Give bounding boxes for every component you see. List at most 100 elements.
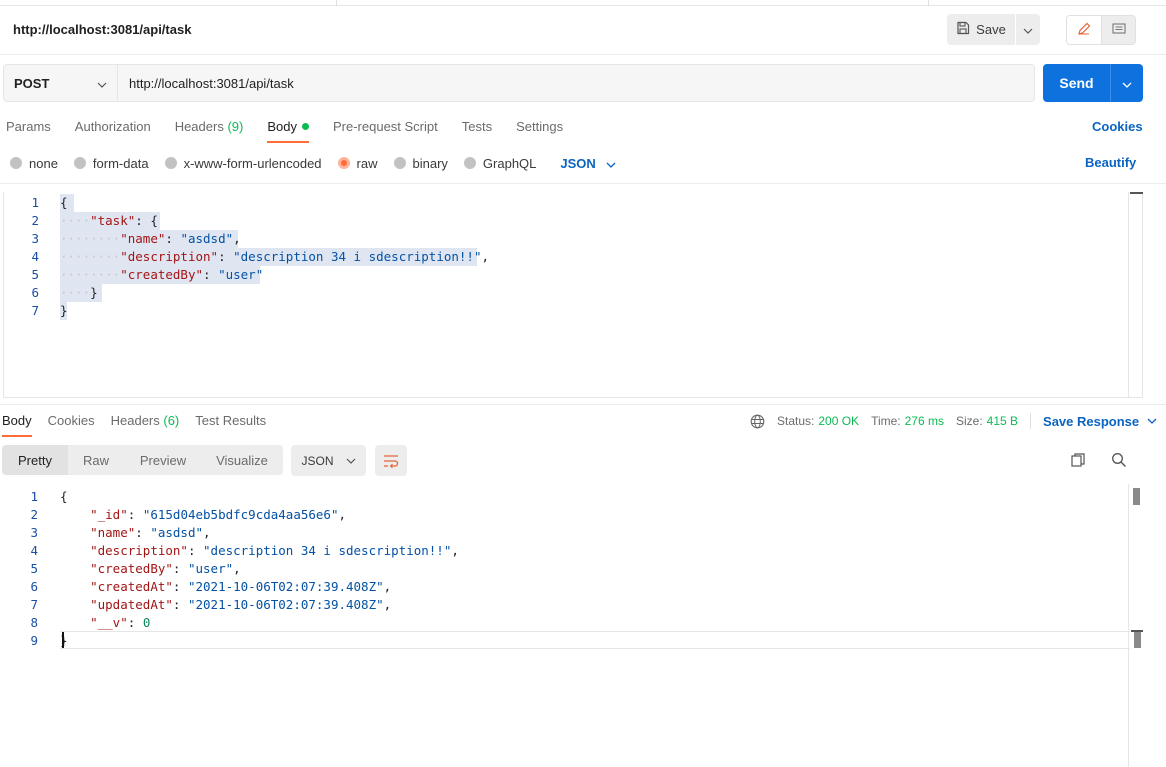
beautify-button[interactable]: Beautify <box>1085 155 1136 170</box>
radio-label: raw <box>356 155 378 171</box>
divider <box>0 404 1166 405</box>
radio-button-selected[interactable] <box>337 157 350 169</box>
radio-button[interactable] <box>393 157 406 169</box>
line-number: 1 <box>30 489 38 504</box>
tab-authorization[interactable]: Authorization <box>75 119 151 143</box>
code-line: ········"createdBy": "user" <box>60 267 264 282</box>
json-key: "createdBy" <box>90 561 173 576</box>
tab-response-headers[interactable]: Headers (6) <box>111 413 180 437</box>
size-label: Size: <box>955 414 983 428</box>
json-key: "updatedAt" <box>90 597 173 612</box>
response-scrollbar-thumb[interactable] <box>1133 488 1140 505</box>
comment-icon <box>1111 22 1126 38</box>
json-key: "description" <box>90 543 188 558</box>
request-body-editor[interactable] <box>3 192 1143 398</box>
radio-button[interactable] <box>164 157 177 169</box>
send-options-button[interactable] <box>1111 75 1143 91</box>
globe-icon[interactable] <box>750 414 765 429</box>
copy-icon[interactable] <box>1070 452 1086 471</box>
format-preview-button[interactable]: Preview <box>124 445 202 475</box>
line-number: 5 <box>31 267 39 282</box>
response-format-tabs: Pretty Raw Preview Visualize <box>2 445 283 475</box>
status-value[interactable]: 200 OK <box>818 414 859 428</box>
radio-binary[interactable]: binary <box>393 155 448 171</box>
json-string: "description 34 i sdescription!!" <box>203 543 452 558</box>
radio-none[interactable]: none <box>10 156 58 171</box>
json-key: "description" <box>120 249 219 264</box>
json-string: "2021-10-06T02:07:39.408Z" <box>187 579 384 594</box>
send-button[interactable]: Send <box>1043 75 1110 91</box>
line-number: 2 <box>31 213 39 228</box>
response-language-select[interactable]: JSON <box>291 445 366 476</box>
code-line: ········"description": "description 34 i… <box>60 249 490 264</box>
code-line: "createdBy": "user", <box>90 561 241 576</box>
comments-button[interactable] <box>1101 16 1135 44</box>
tab-response-cookies[interactable]: Cookies <box>48 413 95 437</box>
search-icon[interactable] <box>1111 452 1127 471</box>
radio-label: none <box>29 155 58 171</box>
radio-label: binary <box>412 155 448 171</box>
line-number: 4 <box>31 249 39 264</box>
editor-scrollbar[interactable] <box>1128 192 1143 398</box>
tab-params[interactable]: Params <box>6 119 51 143</box>
radio-form-data[interactable]: form-data <box>73 156 149 171</box>
status-label: Status: <box>777 414 815 428</box>
tab-test-results[interactable]: Test Results <box>195 413 266 437</box>
radio-urlencoded[interactable]: x-www-form-urlencoded <box>164 156 322 171</box>
line-number: 9 <box>30 633 38 648</box>
wrap-lines-button[interactable] <box>375 445 407 476</box>
save-button-group[interactable]: Save <box>947 14 1040 45</box>
url-input[interactable]: http://localhost:3081/api/task <box>117 64 1035 102</box>
view-mode-toggle[interactable] <box>1066 15 1136 45</box>
save-button[interactable]: Save <box>947 14 1015 45</box>
json-key: "createdAt" <box>90 579 173 594</box>
time-value[interactable]: 276 ms <box>905 414 944 428</box>
request-title[interactable]: http://localhost:3081/api/task <box>13 22 191 37</box>
method-select[interactable]: POST <box>3 64 118 102</box>
tab-body-label: Body <box>267 119 297 134</box>
radio-button[interactable] <box>73 157 86 169</box>
json-key: "task" <box>90 213 136 228</box>
line-number: 8 <box>30 615 38 630</box>
code-line: "__v": 0 <box>90 615 151 630</box>
radio-button[interactable] <box>463 157 476 169</box>
size-value[interactable]: 415 B <box>987 414 1018 428</box>
line-number: 6 <box>30 579 38 594</box>
format-pretty-button[interactable]: Pretty <box>2 445 68 475</box>
json-string: "description 34 i sdescription!!" <box>233 249 482 264</box>
tab-body[interactable]: Body <box>267 119 309 143</box>
radio-graphql[interactable]: GraphQL <box>463 156 536 171</box>
body-language-select[interactable]: JSON <box>560 156 616 171</box>
code-line: "createdAt": "2021-10-06T02:07:39.408Z", <box>90 579 392 594</box>
tab-prerequest-script[interactable]: Pre-request Script <box>333 119 438 143</box>
chevron-down-icon <box>346 458 356 464</box>
language-label: JSON <box>301 453 334 468</box>
radio-raw[interactable]: raw <box>337 155 378 171</box>
send-button-group[interactable]: Send <box>1043 64 1143 102</box>
format-visualize-button[interactable]: Visualize <box>202 445 282 475</box>
cookies-link[interactable]: Cookies <box>1092 119 1143 134</box>
chevron-down-icon <box>1122 75 1132 91</box>
tab-divider <box>928 0 929 6</box>
json-string: "2021-10-06T02:07:39.408Z" <box>187 597 384 612</box>
radio-button[interactable] <box>10 157 22 169</box>
save-label: Save <box>976 22 1006 37</box>
json-key: "name" <box>90 525 136 540</box>
json-string: "user" <box>218 267 264 282</box>
tab-response-body[interactable]: Body <box>2 413 32 437</box>
format-raw-button[interactable]: Raw <box>68 445 124 475</box>
url-value: http://localhost:3081/api/task <box>129 75 294 91</box>
tab-settings[interactable]: Settings <box>516 119 563 143</box>
body-type-selector: none form-data x-www-form-urlencoded raw… <box>10 155 616 171</box>
edit-mode-button[interactable] <box>1067 16 1101 44</box>
save-response-button[interactable]: Save Response <box>1043 414 1157 429</box>
code-line: } <box>60 303 68 318</box>
line-number: 7 <box>30 597 38 612</box>
json-key: "_id" <box>90 507 128 522</box>
tab-tests[interactable]: Tests <box>462 119 492 143</box>
current-line-highlight <box>60 631 1130 649</box>
save-options-button[interactable] <box>1016 22 1040 37</box>
headers-count: (9) <box>227 119 244 134</box>
tab-headers[interactable]: Headers (9) <box>175 119 244 143</box>
request-tabs: Params Authorization Headers (9) Body Pr… <box>6 119 563 145</box>
